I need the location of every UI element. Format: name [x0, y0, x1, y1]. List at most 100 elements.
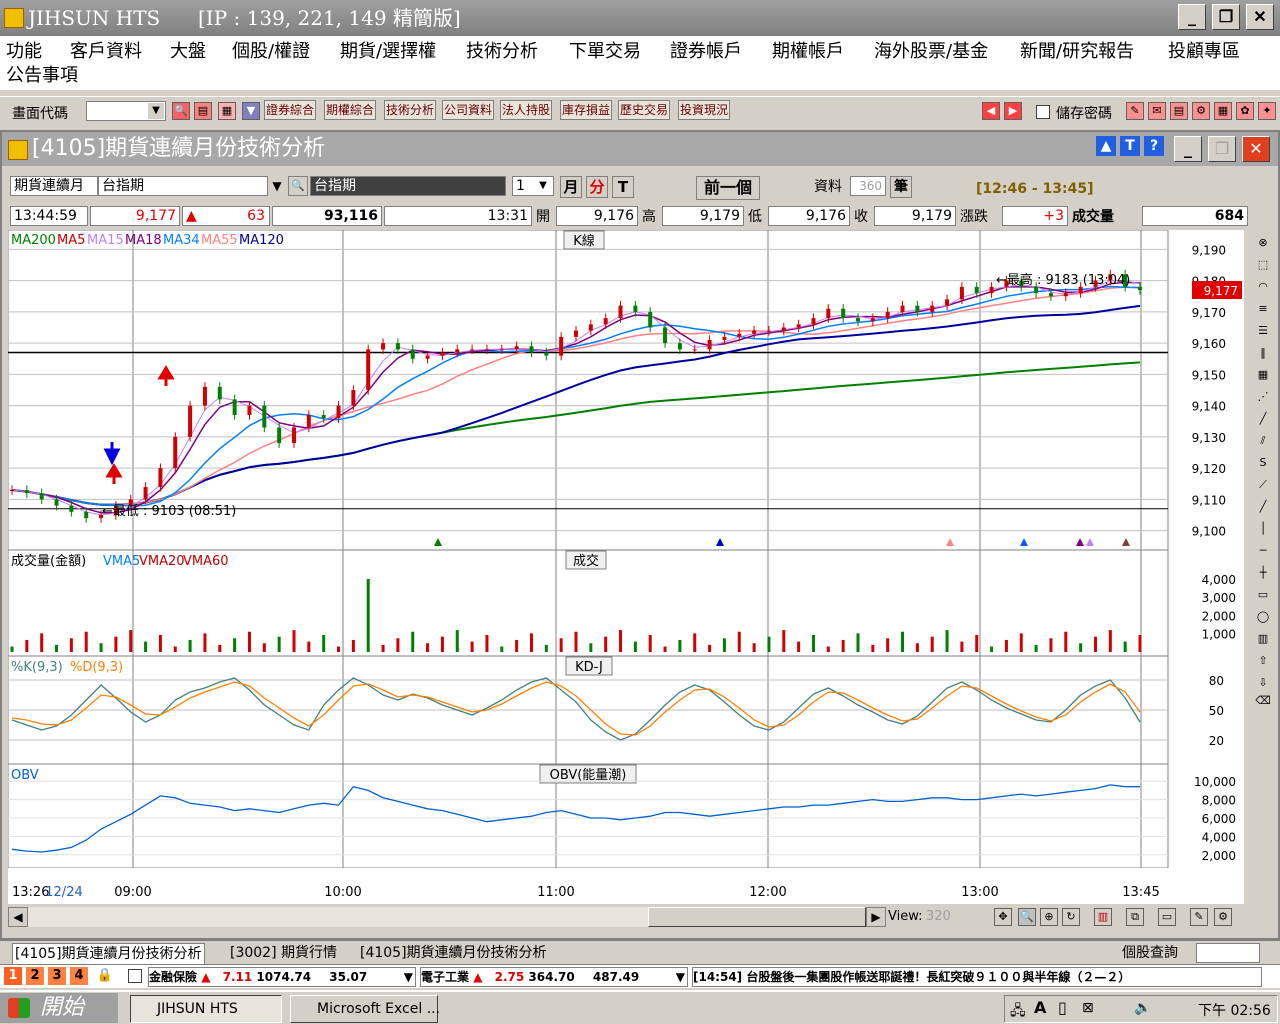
dropdown-icon[interactable]: ▼ — [242, 102, 260, 120]
portfolio-icon[interactable]: ▦ — [218, 102, 236, 120]
menu-order[interactable]: 下單交易 — [569, 38, 641, 66]
shortcut-sec-summary[interactable]: 證券綜合 — [264, 100, 317, 120]
period-tick-button[interactable]: T — [612, 176, 634, 198]
menu-announce[interactable]: 公告事項 — [6, 62, 78, 90]
shortcut-history[interactable]: 歷史交易 — [618, 100, 671, 120]
chart-settings-icon[interactable]: ⚙ — [1214, 908, 1232, 926]
arrow-down-icon[interactable]: ⇩ — [1254, 674, 1272, 692]
grid-pattern-icon[interactable]: ▦ — [1254, 366, 1272, 384]
tray-window-icon[interactable]: ▯ — [1058, 998, 1067, 1017]
menu-fo-account[interactable]: 期權帳戶 — [772, 38, 844, 66]
chart-copy-icon[interactable]: ⧉ — [1126, 908, 1144, 926]
crosshair-icon[interactable]: ┼ — [1254, 564, 1272, 582]
technical-chart[interactable]: 9,1909,1809,1709,1609,1509,1409,1309,120… — [7, 229, 1244, 904]
help-icon[interactable]: ? — [1144, 136, 1164, 156]
tray-excel-icon[interactable]: ⊠ — [1082, 1000, 1094, 1016]
chart-draw-icon[interactable]: ✎ — [1190, 908, 1208, 926]
rectangle-icon[interactable]: ▭ — [1254, 586, 1272, 604]
stock-query-input[interactable] — [1196, 943, 1260, 963]
fan-icon[interactable]: ⋰ — [1254, 388, 1272, 406]
data-count-input[interactable]: 360 — [850, 176, 886, 196]
period-month-button[interactable]: 月 — [560, 176, 582, 198]
scroll-left-button[interactable]: ◀ — [8, 907, 28, 927]
menu-news[interactable]: 新聞/研究報告 — [1020, 38, 1134, 66]
pencil-icon[interactable]: ✎ — [1126, 102, 1144, 120]
product-type-select[interactable]: 期貨連續月 — [10, 176, 98, 196]
chart-zoom-in-icon[interactable]: ⊕ — [1040, 908, 1058, 926]
print-icon[interactable]: ▤ — [1170, 102, 1188, 120]
ticker-checkbox[interactable] — [128, 969, 142, 983]
text-mode-icon[interactable]: T — [1120, 136, 1140, 156]
period-dropdown-icon[interactable]: ▼ — [534, 178, 552, 194]
chevron-down-icon[interactable]: ▼ — [676, 968, 685, 986]
chevron-down-icon[interactable]: ▼ — [404, 968, 413, 986]
chart-window-icon[interactable]: ▭ — [1158, 908, 1176, 926]
tray-network-icon[interactable]: 🖧 — [1010, 1000, 1026, 1024]
restore-button[interactable]: ❐ — [1212, 4, 1240, 30]
tray-volume-icon[interactable]: 🔈 — [1134, 1000, 1151, 1016]
tools-icon[interactable]: ✦ — [1258, 102, 1276, 120]
speed-icon[interactable]: S — [1254, 454, 1272, 472]
shortcut-company[interactable]: 公司資料 — [442, 100, 495, 120]
up-icon[interactable]: ▲ — [1096, 136, 1116, 156]
horizontal-line-icon[interactable]: ─ — [1254, 542, 1272, 560]
ray-icon[interactable]: ⟋ — [1254, 476, 1272, 494]
child-close-button[interactable]: ✕ — [1242, 136, 1270, 162]
menu-tech[interactable]: 技術分析 — [466, 38, 538, 66]
scroll-right-button[interactable]: ▶ — [866, 907, 886, 927]
shortcut-investment[interactable]: 投資現況 — [678, 100, 731, 120]
shortcut-institution[interactable]: 法人持股 — [500, 100, 553, 120]
taskbar-app-excel[interactable]: Microsoft Excel ... — [290, 995, 440, 1023]
menu-advisor[interactable]: 投顧專區 — [1168, 38, 1240, 66]
product-name-input[interactable]: 台指期 — [98, 176, 268, 196]
chart-zoom-select-icon[interactable]: 🔍 — [1018, 908, 1036, 926]
search-icon[interactable]: 🔍 — [172, 102, 190, 120]
child-minimize-button[interactable]: _ — [1174, 136, 1202, 162]
arrow-left-icon[interactable]: ◀ — [982, 102, 1000, 120]
chart-indicator-icon[interactable]: ▥ — [1094, 908, 1112, 926]
line-icon[interactable]: ╱ — [1254, 498, 1272, 516]
diagonal-icon[interactable]: ╱ — [1254, 410, 1272, 428]
scroll-thumb[interactable] — [648, 907, 866, 927]
arrow-up-icon[interactable]: ⇧ — [1254, 652, 1272, 670]
parallel-icon[interactable]: ⫽ — [1254, 432, 1272, 450]
menu-stocks[interactable]: 個股/權證 — [232, 38, 310, 66]
ticker-news[interactable]: [14:54] 台股盤後一集團股作帳送耶誕禮！長紅突破９１００與半年線（２—２） — [692, 967, 1262, 987]
bars-icon[interactable]: ▥ — [1254, 630, 1272, 648]
vlines-icon[interactable]: ‖ — [1254, 344, 1272, 362]
settings-icon[interactable]: ⚙ — [1192, 102, 1210, 120]
save-pwd-checkbox[interactable] — [1036, 105, 1050, 119]
data-unit-button[interactable]: 筆 — [890, 176, 912, 198]
menu-overseas[interactable]: 海外股票/基金 — [874, 38, 988, 66]
shortcut-fo-summary[interactable]: 期權綜合 — [324, 100, 377, 120]
start-button[interactable]: 開始 — [0, 993, 118, 1023]
tab-4105-active[interactable]: [4105]期貨連續月份技術分析 — [12, 943, 205, 965]
arrow-right-icon[interactable]: ▶ — [1004, 102, 1022, 120]
arc-icon[interactable]: ◠ — [1254, 278, 1272, 296]
product-dropdown-icon[interactable]: ▼ — [268, 176, 286, 196]
grid-icon[interactable]: ▦ — [1214, 102, 1232, 120]
folder-icon[interactable]: ▤ — [194, 102, 212, 120]
cancel-icon[interactable]: ⊗ — [1254, 234, 1272, 252]
minimize-button[interactable]: _ — [1178, 4, 1206, 30]
shortcut-tech[interactable]: 技術分析 — [384, 100, 437, 120]
chart-area[interactable]: 9,1909,1809,1709,1609,1509,1409,1309,120… — [7, 229, 1244, 904]
menu-sec-account[interactable]: 證券帳戶 — [670, 38, 742, 66]
menu-market[interactable]: 大盤 — [170, 38, 206, 66]
chart-pan-icon[interactable]: ✥ — [994, 908, 1012, 926]
taskbar-app-jihsun[interactable]: JIHSUN HTS — [130, 995, 282, 1023]
ticker-page-2[interactable]: 2 — [26, 967, 44, 985]
ellipse-icon[interactable]: ◯ — [1254, 608, 1272, 626]
hlines-icon[interactable]: ☰ — [1254, 322, 1272, 340]
menu-customer[interactable]: 客戶資料 — [70, 38, 142, 66]
chevron-down-icon[interactable]: ▼ — [148, 103, 164, 119]
vertical-line-icon[interactable]: │ — [1254, 520, 1272, 538]
mail-icon[interactable]: ✉ — [1148, 102, 1166, 120]
period-minute-button[interactable]: 分 — [586, 176, 608, 198]
eraser-icon[interactable]: ⌫ — [1254, 692, 1272, 710]
tab-3002[interactable]: [3002] 期貨行情 — [230, 943, 337, 963]
chart-refresh-icon[interactable]: ↻ — [1062, 908, 1080, 926]
lines-icon[interactable]: ≡ — [1254, 300, 1272, 318]
shortcut-inventory[interactable]: 庫存損益 — [560, 100, 613, 120]
select-icon[interactable]: ⬚ — [1254, 256, 1272, 274]
